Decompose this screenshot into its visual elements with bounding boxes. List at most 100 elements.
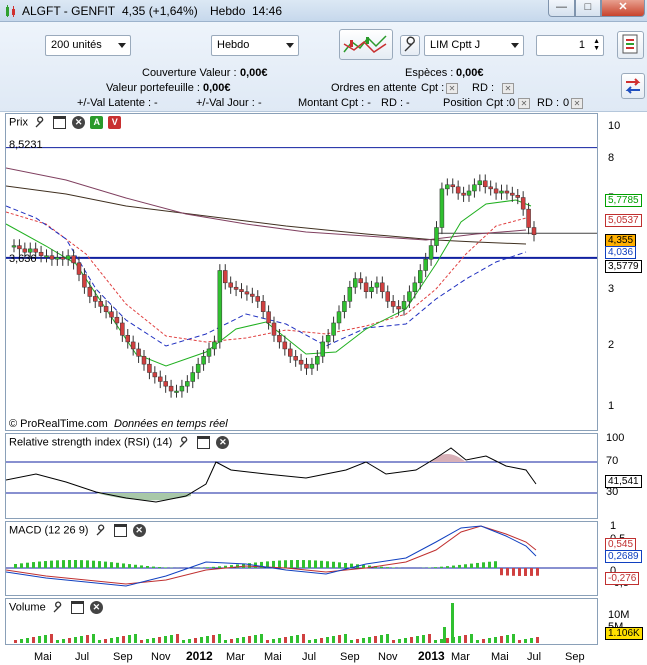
ordres-rd-close-icon[interactable]: ✕ [502, 83, 514, 94]
price-panel-title: Prix [9, 116, 28, 129]
macd-histogram-bar [344, 562, 347, 568]
order-book-button[interactable] [617, 31, 644, 59]
window-title-price: 4,35 (+1,64%) [122, 4, 198, 18]
candle-body [260, 301, 266, 312]
candle-body [109, 311, 114, 318]
candle-body [331, 322, 336, 336]
candle-body [298, 359, 304, 365]
price-value-tag: 3,5779 [605, 260, 642, 273]
sma-100-line [6, 167, 527, 241]
volume-bar [512, 634, 515, 643]
window-icon[interactable] [53, 116, 67, 129]
macd-histogram-bar [284, 560, 287, 568]
volume-bar [302, 634, 305, 643]
volume-bar [128, 635, 131, 643]
time-axis-label: Mar [451, 651, 470, 663]
close-panel-icon[interactable]: ✕ [216, 436, 230, 449]
volume-bar [170, 635, 173, 643]
close-button[interactable]: ✕ [601, 0, 645, 17]
refresh-orders-button[interactable] [621, 73, 645, 99]
volume-bar [50, 634, 53, 643]
spinner-arrows-icon[interactable]: ▲ ▼ [593, 38, 600, 52]
candle-body [445, 184, 450, 190]
time-axis-label: 2013 [418, 649, 445, 663]
volume-bar [284, 637, 287, 643]
jour-label: +/-Val Jour : [196, 97, 255, 109]
candle-body [374, 282, 380, 288]
candle-body [363, 282, 369, 292]
volume-bar [176, 634, 179, 643]
especes-value: 0,00€ [456, 67, 484, 79]
latente-value: - [154, 97, 158, 109]
macd-histogram-bar [314, 560, 317, 568]
volume-bar [56, 640, 59, 643]
wrench-icon[interactable] [178, 436, 191, 449]
volume-bar [464, 635, 467, 643]
volume-bar [200, 637, 203, 643]
candlestick-app-icon [6, 5, 15, 17]
macd-histogram-bar [26, 562, 29, 568]
candle-body [499, 190, 504, 194]
wrench-icon[interactable] [52, 601, 65, 614]
volume-bar [242, 637, 245, 643]
macd-histogram-bar [326, 561, 329, 568]
right-axis: 108543215,77855,05374,3554,0363,57791007… [598, 113, 647, 648]
rsi-axis-tick: 100 [606, 432, 625, 444]
window-title-symbol: ALGFT - GENFIT [22, 4, 116, 18]
volume-bar [326, 637, 329, 643]
close-panel-icon[interactable]: ✕ [89, 601, 103, 614]
candle-body [228, 282, 233, 288]
macd-histogram-bar [152, 566, 155, 568]
macd-histogram-bar [512, 568, 515, 576]
volume-bar [122, 636, 125, 643]
close-panel-icon[interactable]: ✕ [72, 116, 86, 129]
position-rd-close-icon[interactable]: ✕ [571, 98, 583, 109]
price-chart[interactable] [6, 114, 598, 431]
macd-panel-title: MACD (12 26 9) [9, 524, 89, 537]
candle-body [195, 363, 201, 373]
period-select-value: Hebdo [217, 39, 250, 51]
macd-histogram-bar [488, 561, 491, 568]
candle-body [515, 195, 520, 198]
volume-bar [368, 637, 371, 643]
quantity-stepper[interactable]: 1 ▲ ▼ [536, 35, 604, 56]
candle-body [526, 208, 531, 228]
time-axis-label: 2012 [186, 649, 213, 663]
order-type-select[interactable]: LIM Cptt J [424, 35, 524, 56]
chart-type-button[interactable] [339, 29, 393, 60]
window-icon[interactable] [113, 524, 127, 537]
montant-cpt: Cpt : - [341, 97, 371, 109]
close-panel-icon[interactable]: ✕ [132, 524, 146, 537]
candle-body [147, 363, 152, 373]
candle-body [212, 341, 217, 350]
buy-button[interactable]: A [90, 116, 104, 129]
sell-button[interactable]: V [108, 116, 122, 129]
volume-bar [410, 637, 413, 643]
time-axis-label: Nov [151, 651, 171, 663]
time-axis-label: Mar [226, 651, 245, 663]
ordres-cpt-close-icon[interactable]: ✕ [446, 83, 458, 94]
candle-body [98, 301, 103, 307]
position-cpt-close-icon[interactable]: ✕ [518, 98, 530, 109]
period-select[interactable]: Hebdo [211, 35, 299, 56]
candle-body [136, 348, 141, 357]
credit-sub-label: Données en temps réel [114, 418, 228, 430]
wrench-button[interactable] [400, 35, 420, 56]
volume-bar [392, 640, 395, 643]
price-axis-tick: 8 [608, 152, 615, 164]
minimize-button[interactable]: — [548, 0, 575, 17]
macd-histogram-bar [14, 564, 17, 568]
wrench-icon[interactable] [95, 524, 108, 537]
window-icon[interactable] [70, 601, 84, 614]
volume-bar [62, 639, 65, 643]
maximize-button[interactable]: □ [575, 0, 601, 17]
time-axis-label: Jul [75, 651, 90, 663]
candle-body [60, 257, 65, 260]
chevron-down-icon [118, 43, 126, 48]
wrench-icon[interactable] [34, 116, 47, 129]
window-icon[interactable] [197, 436, 211, 449]
order-toolbar: 200 unités Hebdo LIM Cptt J 1 ▲ ▼ Couvert… [0, 22, 647, 112]
units-select[interactable]: 200 unités [45, 35, 131, 56]
volume-bar [386, 634, 389, 643]
time-axis-label: Mai [491, 651, 509, 663]
